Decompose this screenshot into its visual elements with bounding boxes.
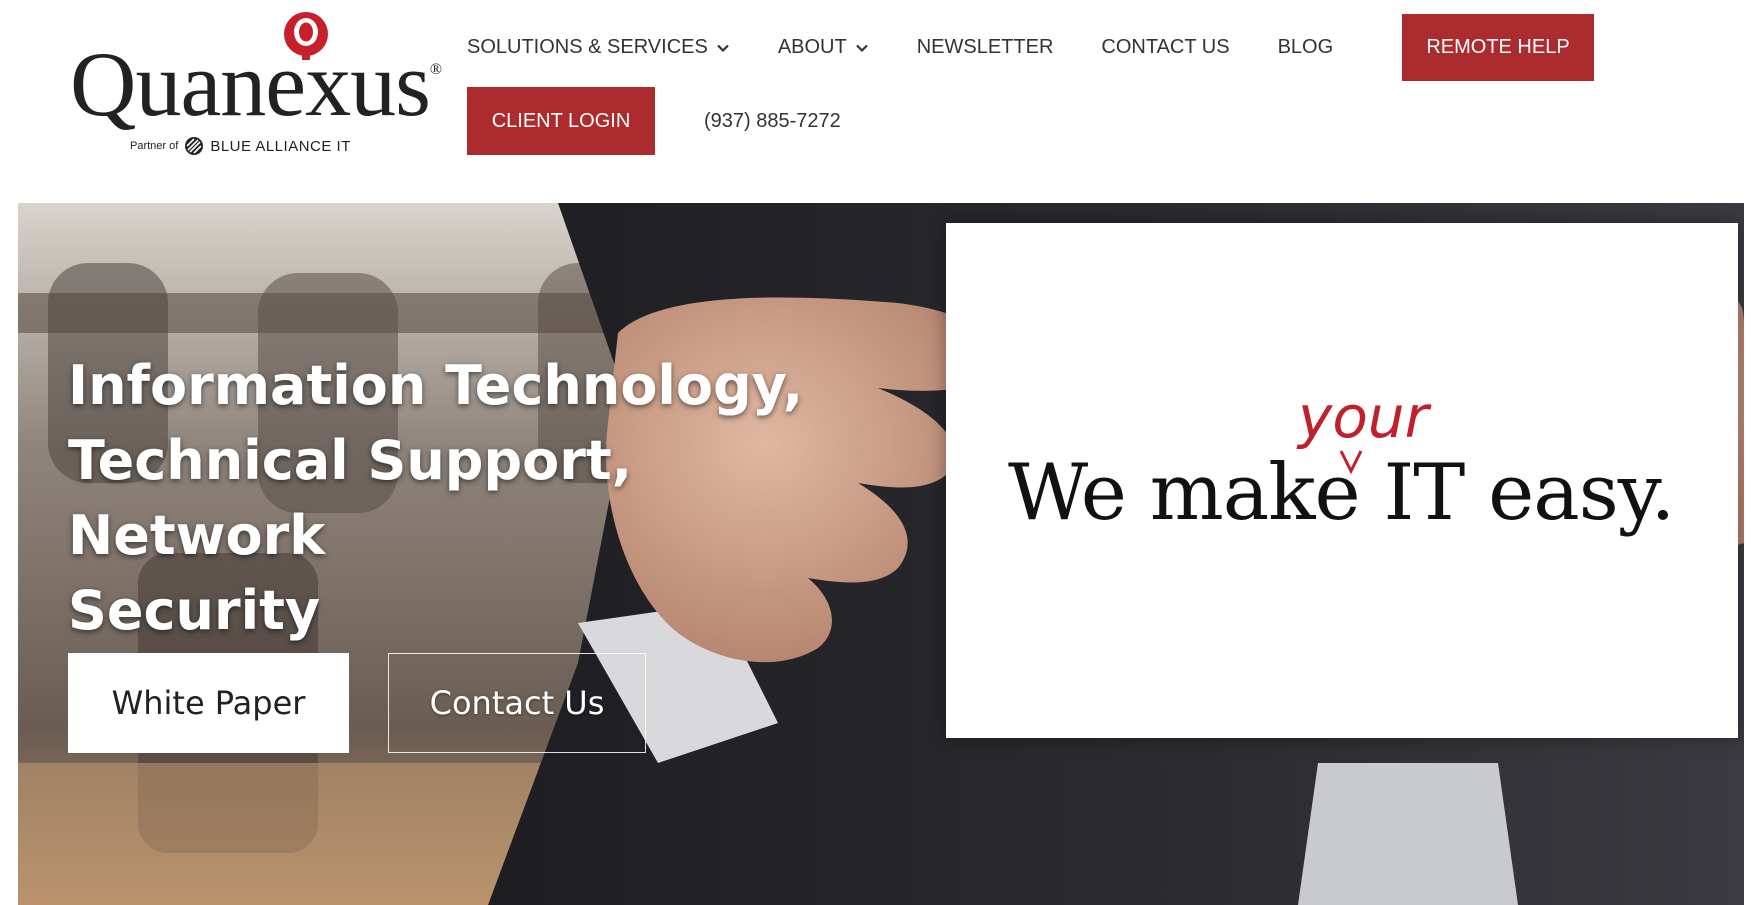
headline-line: Security bbox=[68, 579, 321, 642]
hero-section: your We make IT easy. Information Techno… bbox=[18, 203, 1744, 905]
nav-item-label: SOLUTIONS & SERVICES bbox=[467, 36, 708, 58]
blue-alliance-icon bbox=[185, 137, 204, 155]
sign-text: We make IT easy. bbox=[1008, 448, 1675, 538]
nav-item-blog[interactable]: BLOG bbox=[1278, 36, 1334, 59]
nav-row: SOLUTIONS & SERVICES ABOUT NEWSLETTER CO… bbox=[467, 14, 1333, 81]
sign-inserted-word: your bbox=[1298, 383, 1429, 451]
headline-line: Technical Support, Network bbox=[68, 429, 633, 567]
nav-item-about[interactable]: ABOUT bbox=[778, 36, 869, 59]
registered-mark: ® bbox=[429, 61, 442, 78]
logo[interactable]: Quanexus® Partner of BLUE ALLIANCE IT bbox=[70, 10, 442, 160]
hero-sign-card: your We make IT easy. bbox=[946, 223, 1738, 738]
client-login-button[interactable]: CLIENT LOGIN bbox=[467, 87, 655, 155]
white-paper-button[interactable]: White Paper bbox=[68, 653, 349, 753]
phone-link[interactable]: (937) 885-7272 bbox=[704, 87, 841, 155]
nav-item-label: CONTACT US bbox=[1101, 36, 1230, 58]
nav-item-solutions-services[interactable]: SOLUTIONS & SERVICES bbox=[467, 36, 730, 59]
nav-item-label: ABOUT bbox=[777, 36, 847, 58]
logo-partner-line: Partner of BLUE ALLIANCE IT bbox=[130, 136, 351, 156]
nav-item-newsletter[interactable]: NEWSLETTER bbox=[917, 36, 1054, 59]
remote-help-button[interactable]: REMOTE HELP bbox=[1402, 14, 1594, 81]
hero-headline: Information Technology, Technical Suppor… bbox=[68, 348, 888, 648]
nav-item-label: NEWSLETTER bbox=[916, 36, 1054, 58]
headline-line: Information Technology, bbox=[68, 354, 804, 417]
partner-of-label: Partner of bbox=[130, 140, 179, 152]
nav-item-contact-us[interactable]: CONTACT US bbox=[1101, 36, 1229, 59]
partner-name: BLUE ALLIANCE IT bbox=[210, 137, 351, 155]
logo-wordmark: Quanexus® bbox=[70, 33, 442, 135]
contact-us-button[interactable]: Contact Us bbox=[388, 653, 646, 753]
chevron-down-icon bbox=[855, 44, 868, 52]
nav-item-label: BLOG bbox=[1277, 36, 1334, 58]
chevron-down-icon bbox=[717, 44, 729, 52]
